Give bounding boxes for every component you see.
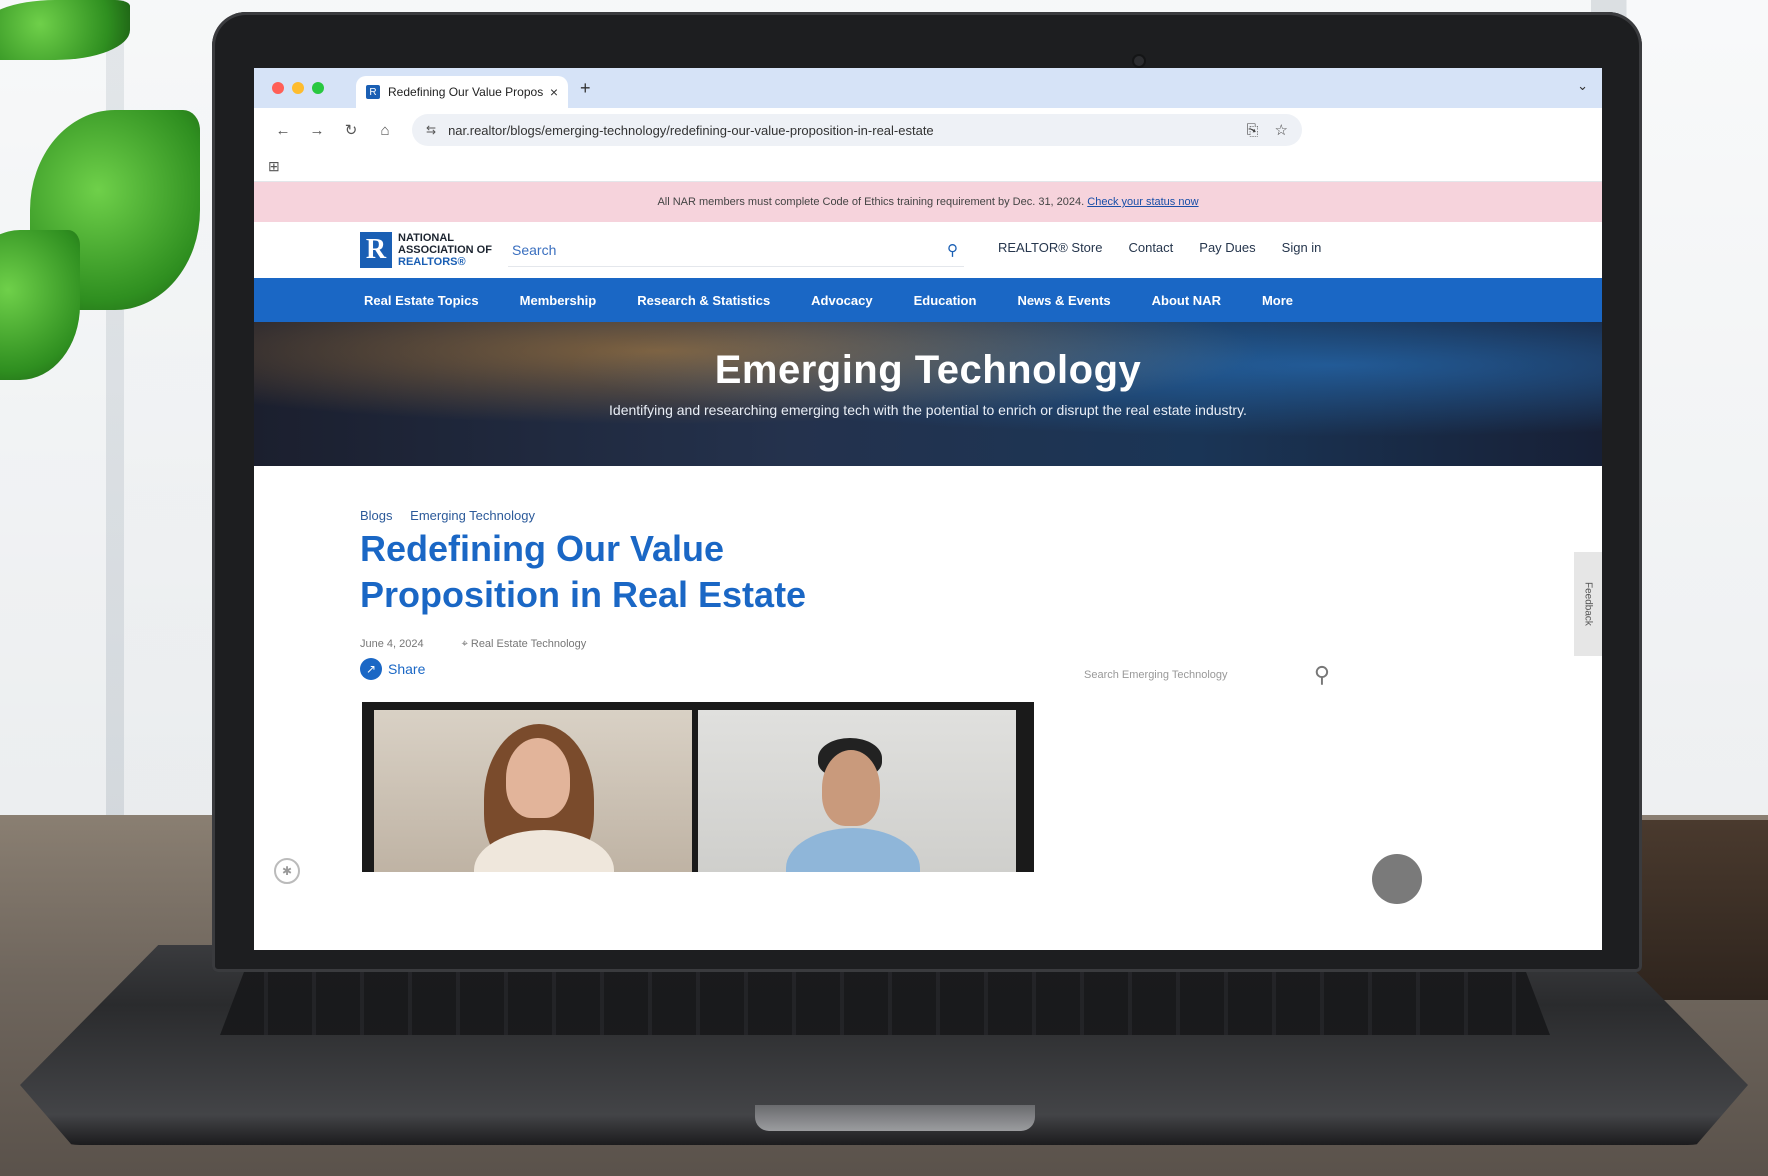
- realtor-logo-icon: R: [360, 232, 392, 268]
- search-icon[interactable]: ⚲: [947, 241, 958, 259]
- article-tag-label: Real Estate Technology: [470, 638, 587, 650]
- feedback-tab[interactable]: Feedback: [1574, 552, 1602, 656]
- nav-research-statistics[interactable]: Research & Statistics: [637, 293, 770, 308]
- share-icon: ↗: [360, 658, 382, 680]
- nav-membership[interactable]: Membership: [520, 293, 597, 308]
- laptop-trackpad-edge: [755, 1105, 1035, 1131]
- browser-tab-bar: R Redefining Our Value Proposi × + ⌄: [254, 68, 1602, 108]
- accessibility-icon[interactable]: ✱: [274, 858, 300, 884]
- logo-line: NATIONAL: [398, 232, 455, 244]
- laptop-keyboard: [220, 965, 1550, 1035]
- video-tile-man: [698, 710, 1016, 872]
- share-label: Share: [388, 661, 426, 677]
- browser-tab[interactable]: R Redefining Our Value Proposi ×: [356, 76, 568, 108]
- video-player[interactable]: [362, 702, 1034, 872]
- sidebar-search-input[interactable]: Search Emerging Technology: [1084, 669, 1314, 681]
- person-face: [822, 750, 880, 826]
- nav-education[interactable]: Education: [914, 293, 977, 308]
- hero-banner: Emerging Technology Identifying and rese…: [254, 322, 1602, 466]
- apps-grid-icon[interactable]: ⊞: [268, 158, 280, 175]
- tag-icon: ⌖: [461, 638, 471, 650]
- breadcrumb-blogs[interactable]: Blogs: [360, 508, 393, 523]
- sign-in-link[interactable]: Sign in: [1282, 240, 1322, 255]
- new-tab-button[interactable]: +: [580, 78, 591, 99]
- laptop-screen: R Redefining Our Value Proposi × + ⌄ ← →…: [254, 68, 1602, 950]
- breadcrumb-emerging-technology[interactable]: Emerging Technology: [410, 508, 535, 523]
- logo-line: REALTORS®: [398, 256, 466, 268]
- minimize-window-button[interactable]: [292, 82, 304, 94]
- alert-banner: All NAR members must complete Code of Et…: [254, 182, 1602, 222]
- nav-advocacy[interactable]: Advocacy: [811, 293, 872, 308]
- share-button[interactable]: ↗ Share: [360, 658, 425, 680]
- back-arrow-icon[interactable]: ←: [266, 122, 300, 139]
- nav-news-events[interactable]: News & Events: [1017, 293, 1110, 308]
- contact-link[interactable]: Contact: [1128, 240, 1173, 255]
- hero-subtitle: Identifying and researching emerging tec…: [609, 402, 1247, 418]
- chat-button[interactable]: [1372, 854, 1422, 904]
- chevron-down-icon[interactable]: ⌄: [1577, 78, 1588, 94]
- camera-icon: [1134, 56, 1144, 66]
- close-icon[interactable]: ×: [550, 84, 558, 100]
- article-meta: June 4, 2024 ⌖ Real Estate Technology: [360, 638, 586, 651]
- reload-icon[interactable]: ↻: [334, 121, 368, 139]
- article-tag[interactable]: ⌖ Real Estate Technology: [462, 638, 587, 651]
- tab-title: Redefining Our Value Proposi: [388, 85, 544, 99]
- article-content: Blogs Emerging Technology Redefining Our…: [254, 466, 1602, 904]
- main-nav: Real Estate Topics Membership Research &…: [254, 278, 1602, 322]
- bookmarks-bar: ⊞: [254, 152, 1602, 182]
- search-icon[interactable]: ⚲: [1314, 662, 1330, 688]
- sidebar-search[interactable]: Search Emerging Technology ⚲: [1084, 662, 1330, 688]
- article-date: June 4, 2024: [360, 638, 424, 650]
- star-icon[interactable]: ☆: [1275, 121, 1288, 139]
- person-body: [786, 828, 920, 872]
- site-search-box[interactable]: ⚲: [508, 233, 964, 267]
- favicon-icon: R: [366, 85, 380, 99]
- forward-arrow-icon[interactable]: →: [300, 122, 334, 139]
- breadcrumb: Blogs Emerging Technology: [360, 508, 549, 523]
- close-window-button[interactable]: [272, 82, 284, 94]
- alert-text: All NAR members must complete Code of Et…: [657, 196, 1088, 208]
- nav-more[interactable]: More: [1262, 293, 1293, 308]
- nar-logo[interactable]: R NATIONAL ASSOCIATION OF REALTORS®: [360, 232, 492, 268]
- check-status-link[interactable]: Check your status now: [1087, 196, 1198, 208]
- nav-about-nar[interactable]: About NAR: [1152, 293, 1221, 308]
- utility-links: REALTOR® Store Contact Pay Dues Sign in: [998, 240, 1347, 255]
- pay-dues-link[interactable]: Pay Dues: [1199, 240, 1255, 255]
- maximize-window-button[interactable]: [312, 82, 324, 94]
- logo-text: NATIONAL ASSOCIATION OF REALTORS®: [398, 232, 492, 268]
- hero-title: Emerging Technology: [714, 348, 1142, 392]
- article-title: Redefining Our Value Proposition in Real…: [360, 528, 807, 615]
- install-icon[interactable]: ⎘: [1247, 122, 1259, 139]
- browser-toolbar: ← → ↻ ⌂ ⇆ nar.realtor/blogs/emerging-tec…: [254, 108, 1602, 152]
- search-input[interactable]: [512, 241, 947, 258]
- logo-line: ASSOCIATION OF: [398, 244, 492, 256]
- realtor-store-link[interactable]: REALTOR® Store: [998, 240, 1102, 255]
- site-header: R NATIONAL ASSOCIATION OF REALTORS® ⚲ RE…: [254, 222, 1602, 278]
- home-icon[interactable]: ⌂: [368, 122, 402, 139]
- url-text[interactable]: nar.realtor/blogs/emerging-technology/re…: [448, 123, 1230, 138]
- address-bar[interactable]: ⇆ nar.realtor/blogs/emerging-technology/…: [412, 114, 1302, 146]
- video-tile-woman: [374, 710, 692, 872]
- nav-real-estate-topics[interactable]: Real Estate Topics: [364, 293, 479, 308]
- tune-icon[interactable]: ⇆: [426, 123, 436, 137]
- person-face: [506, 738, 570, 818]
